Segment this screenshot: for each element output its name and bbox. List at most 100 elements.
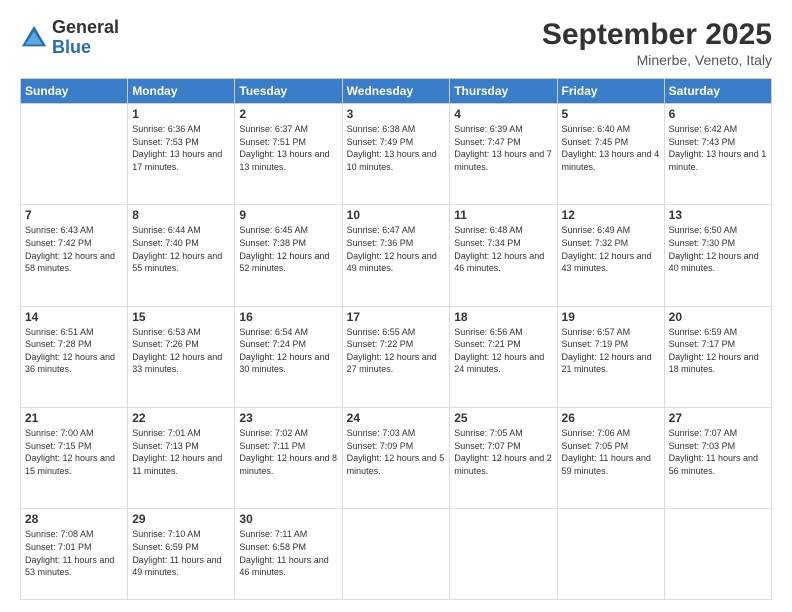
sunset-text: Sunset: 7:21 PM — [454, 339, 521, 349]
day-number: 26 — [562, 411, 660, 425]
table-row: 9 Sunrise: 6:45 AMSunset: 7:38 PMDaylight… — [235, 205, 342, 306]
sunrise-text: Sunrise: 6:49 AM — [562, 225, 631, 235]
table-row: 23Sunrise: 7:02 AMSunset: 7:11 PMDayligh… — [235, 407, 342, 508]
cell-text: Sunrise: 6:43 AMSunset: 7:42 PMDaylight:… — [25, 224, 123, 274]
cell-text: Sunrise: 7:11 AMSunset: 6:58 PMDaylight:… — [239, 528, 337, 578]
table-row: 11Sunrise: 6:48 AMSunset: 7:34 PMDayligh… — [450, 205, 557, 306]
sunrise-text: Sunrise: 6:43 AM — [25, 225, 94, 235]
day-number: 17 — [347, 310, 446, 324]
daylight-text: Daylight: 11 hours and 59 minutes. — [562, 453, 651, 476]
cell-text: Sunrise: 7:08 AMSunset: 7:01 PMDaylight:… — [25, 528, 123, 578]
daylight-text: Daylight: 12 hours and 18 minutes. — [669, 352, 759, 375]
logo-icon — [20, 24, 48, 52]
sunrise-text: Sunrise: 7:05 AM — [454, 428, 523, 438]
daylight-text: Daylight: 12 hours and 58 minutes. — [25, 251, 115, 274]
sunset-text: Sunset: 7:28 PM — [25, 339, 92, 349]
day-number: 6 — [669, 107, 767, 121]
sunrise-text: Sunrise: 6:50 AM — [669, 225, 738, 235]
table-row: 5Sunrise: 6:40 AMSunset: 7:45 PMDaylight… — [557, 104, 664, 205]
col-friday: Friday — [557, 79, 664, 104]
cell-text: Sunrise: 6:38 AMSunset: 7:49 PMDaylight:… — [347, 123, 446, 173]
title-block: September 2025 Minerbe, Veneto, Italy — [542, 18, 772, 68]
cell-text: Sunrise: 7:03 AMSunset: 7:09 PMDaylight:… — [347, 427, 446, 477]
sunrise-text: Sunrise: 7:03 AM — [347, 428, 416, 438]
sunset-text: Sunset: 7:26 PM — [132, 339, 199, 349]
daylight-text: Daylight: 12 hours and 52 minutes. — [239, 251, 329, 274]
table-row: 22 Sunrise: 7:01 AMSunset: 7:13 PMDayligh… — [128, 407, 235, 508]
table-row: 15Sunrise: 6:53 AMSunset: 7:26 PMDayligh… — [128, 306, 235, 407]
cell-text: Sunrise: 7:02 AMSunset: 7:11 PMDaylight:… — [239, 427, 337, 477]
day-number: 28 — [25, 512, 123, 526]
sunrise-text: Sunrise: 6:48 AM — [454, 225, 523, 235]
daylight-text: Daylight: 12 hours and 24 minutes. — [454, 352, 544, 375]
table-row: 4Sunrise: 6:39 AMSunset: 7:47 PMDaylight… — [450, 104, 557, 205]
cell-text: Sunrise: 6:55 AM Sunset: 7:22 PM Daylight:… — [347, 326, 446, 376]
table-row: 25Sunrise: 7:05 AMSunset: 7:07 PMDayligh… — [450, 407, 557, 508]
table-row: 2Sunrise: 6:37 AMSunset: 7:51 PMDaylight… — [235, 104, 342, 205]
day-number: 30 — [239, 512, 337, 526]
sunrise-text: Sunrise: 6:53 AM — [132, 327, 201, 337]
table-row: 10Sunrise: 6:47 AMSunset: 7:36 PMDayligh… — [342, 205, 450, 306]
table-row: 16 Sunrise: 6:54 AMSunset: 7:24 PMDayligh… — [235, 306, 342, 407]
sunrise-text: Sunrise: 6:56 AM — [454, 327, 523, 337]
sunset-text: Sunset: 6:59 PM — [132, 542, 199, 552]
daylight-text: Daylight: 12 hours and 36 minutes. — [25, 352, 115, 375]
day-number: 25 — [454, 411, 552, 425]
daylight-text: Daylight: 12 hours and 11 minutes. — [132, 453, 222, 476]
sunset-text: Sunset: 7:30 PM — [669, 238, 736, 248]
table-row: 20Sunrise: 6:59 AMSunset: 7:17 PMDayligh… — [664, 306, 771, 407]
sunrise-text: Sunrise: 6:57 AM — [562, 327, 631, 337]
cell-text: Sunrise: 6:47 AMSunset: 7:36 PMDaylight:… — [347, 224, 446, 274]
sunset-text: Sunset: 7:47 PM — [454, 137, 521, 147]
sunset-text: Sunset: 7:11 PM — [239, 441, 305, 451]
col-sunday: Sunday — [21, 79, 128, 104]
table-row — [450, 509, 557, 600]
cell-text: Sunrise: 6:44 AMSunset: 7:40 PMDaylight:… — [132, 224, 230, 274]
table-row: 18Sunrise: 6:56 AMSunset: 7:21 PMDayligh… — [450, 306, 557, 407]
sunset-text: Sunset: 7:22 PM — [347, 339, 414, 349]
sunset-text: Sunset: 7:51 PM — [239, 137, 306, 147]
cell-text: Sunrise: 6:49 AMSunset: 7:32 PMDaylight:… — [562, 224, 660, 274]
table-row: 29Sunrise: 7:10 AMSunset: 6:59 PMDayligh… — [128, 509, 235, 600]
day-number: 16 — [239, 310, 337, 324]
calendar-week-row: 28 Sunrise: 7:08 AMSunset: 7:01 PMDayligh… — [21, 509, 772, 600]
sunrise-text: Sunrise: 6:38 AM — [347, 124, 416, 134]
table-row: 6Sunrise: 6:42 AMSunset: 7:43 PMDaylight… — [664, 104, 771, 205]
table-row: 30 Sunrise: 7:11 AMSunset: 6:58 PMDayligh… — [235, 509, 342, 600]
sunrise-text: Sunrise: 6:59 AM — [669, 327, 738, 337]
day-number: 1 — [132, 107, 230, 121]
daylight-text: Daylight: 12 hours and 30 minutes. — [239, 352, 329, 375]
cell-text: Sunrise: 6:59 AMSunset: 7:17 PMDaylight:… — [669, 326, 767, 376]
cell-text: Sunrise: 6:45 AMSunset: 7:38 PMDaylight:… — [239, 224, 337, 274]
day-number: 5 — [562, 107, 660, 121]
table-row: 21Sunrise: 7:00 AMSunset: 7:15 PMDayligh… — [21, 407, 128, 508]
table-row: 17 Sunrise: 6:55 AM Sunset: 7:22 PM Dayligh… — [342, 306, 450, 407]
logo-general: General — [52, 18, 119, 38]
sunrise-text: Sunrise: 6:44 AM — [132, 225, 201, 235]
cell-text: Sunrise: 7:01 AMSunset: 7:13 PMDaylight:… — [132, 427, 230, 477]
day-number: 9 — [239, 208, 337, 222]
day-number: 7 — [25, 208, 123, 222]
daylight-text: Daylight: 12 hours and 8 minutes. — [239, 453, 337, 476]
sunset-text: Sunset: 7:01 PM — [25, 542, 92, 552]
sunset-text: Sunset: 7:03 PM — [669, 441, 736, 451]
month-title: September 2025 — [542, 18, 772, 52]
sunrise-text: Sunrise: 6:37 AM — [239, 124, 308, 134]
sunset-text: Sunset: 7:13 PM — [132, 441, 199, 451]
daylight-text: Daylight: 12 hours and 49 minutes. — [347, 251, 437, 274]
daylight-text: Daylight: 13 hours and 10 minutes. — [347, 149, 437, 172]
sunset-text: Sunset: 7:53 PM — [132, 137, 199, 147]
header: General Blue September 2025 Minerbe, Ven… — [20, 18, 772, 68]
cell-text: Sunrise: 7:10 AMSunset: 6:59 PMDaylight:… — [132, 528, 230, 578]
day-number: 19 — [562, 310, 660, 324]
table-row: 14Sunrise: 6:51 AMSunset: 7:28 PMDayligh… — [21, 306, 128, 407]
daylight-text: Daylight: 12 hours and 27 minutes. — [347, 352, 437, 375]
day-number: 2 — [239, 107, 337, 121]
calendar-week-row: 21Sunrise: 7:00 AMSunset: 7:15 PMDayligh… — [21, 407, 772, 508]
sunset-text: Sunset: 7:32 PM — [562, 238, 629, 248]
cell-text: Sunrise: 6:50 AMSunset: 7:30 PMDaylight:… — [669, 224, 767, 274]
sunrise-text: Sunrise: 6:55 AM — [347, 327, 416, 337]
day-number: 14 — [25, 310, 123, 324]
cell-text: Sunrise: 6:54 AMSunset: 7:24 PMDaylight:… — [239, 326, 337, 376]
day-number: 22 — [132, 411, 230, 425]
